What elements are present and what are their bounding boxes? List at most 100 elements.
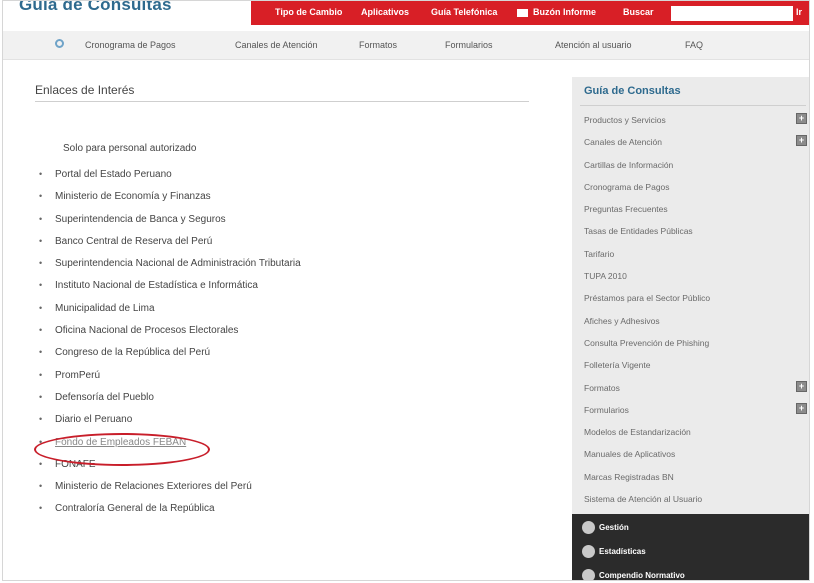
panel-label: Estadísticas — [599, 547, 646, 556]
link-text[interactable]: Oficina Nacional de Procesos Electorales — [55, 325, 238, 336]
bullet-icon: • — [39, 213, 43, 224]
sidebar-item-label: Consulta Prevención de Phishing — [584, 337, 710, 348]
sidebar-item-label: Cronograma de Pagos — [584, 181, 670, 192]
bullet-icon: • — [39, 191, 43, 202]
panel-label: Compendio Normativo — [599, 571, 685, 580]
top-header: Guía de Consultas Tipo de Cambio Aplicat… — [3, 0, 809, 27]
sidebar-item[interactable]: Tasas de Entidades Públicas — [572, 222, 809, 244]
bullet-icon: • — [39, 302, 43, 313]
sidebar-item[interactable]: Marcas Registradas BN — [572, 468, 809, 490]
expand-icon[interactable]: + — [796, 113, 807, 124]
sidebar-item[interactable]: Préstamos para el Sector Público — [572, 289, 809, 311]
expand-icon[interactable]: + — [796, 380, 807, 392]
mail-icon — [517, 9, 528, 17]
bullet-icon: • — [39, 369, 43, 380]
sidebar-item[interactable]: TUPA 2010 — [572, 267, 809, 289]
bullet-icon: • — [39, 235, 43, 246]
sidebar-item[interactable]: Formatos + — [572, 379, 809, 401]
sidebar-item[interactable]: Tarifario — [572, 245, 809, 267]
link-text[interactable]: Ministerio de Economía y Finanzas — [55, 191, 211, 202]
title-divider — [35, 101, 529, 102]
page-title: Enlaces de Interés — [35, 83, 135, 97]
link-text[interactable]: Ministerio de Relaciones Exteriores del … — [55, 481, 252, 492]
link-text[interactable]: Superintendencia Nacional de Administrac… — [55, 258, 301, 269]
topnav-aplicativos[interactable]: Aplicativos — [361, 7, 409, 17]
bottom-dark-panel: Gestión Estadísticas Compendio Normativo — [572, 514, 809, 580]
link-text[interactable]: Contraloría General de la República — [55, 503, 215, 514]
panel-label: Gestión — [599, 523, 629, 532]
search-input[interactable] — [671, 6, 793, 21]
link-text[interactable]: Congreso de la República del Perú — [55, 347, 210, 358]
bullet-icon: • — [39, 258, 43, 269]
page-frame: Guía de Consultas Tipo de Cambio Aplicat… — [2, 0, 810, 581]
subnav-faq[interactable]: FAQ — [685, 40, 703, 50]
authorized-note: Solo para personal autorizado — [63, 143, 197, 154]
sidebar-item-label: Manuales de Aplicativos — [584, 449, 676, 460]
sidebar-item-label: Sistema de Atención al Usuario — [584, 494, 703, 505]
sidebar-item[interactable]: Consulta Prevención de Phishing — [572, 334, 809, 356]
link-text[interactable]: Diario el Peruano — [55, 414, 132, 425]
subnav-canales-de-atencion[interactable]: Canales de Atención — [235, 40, 318, 50]
topnav-buzon-informe[interactable]: Buzón Informe — [533, 7, 596, 17]
sidebar-item-label: Formatos — [584, 382, 620, 393]
sidebar-item[interactable]: Preguntas Frecuentes — [572, 200, 809, 222]
sidebar-item-label: Tarifario — [584, 248, 615, 259]
subnav-formatos[interactable]: Formatos — [359, 40, 397, 50]
circle-icon — [582, 545, 595, 558]
sidebar-item-label: Formularios — [584, 404, 629, 415]
bullet-icon: • — [39, 347, 43, 358]
link-text[interactable]: Instituto Nacional de Estadística e Info… — [55, 280, 258, 291]
sidebar-item[interactable]: Modelos de Estandarización — [572, 423, 809, 445]
sidebar-item[interactable]: Canales de Atención + — [572, 133, 809, 155]
sidebar-item[interactable]: Afiches y Adhesivos — [572, 312, 809, 334]
highlight-ellipse — [34, 433, 210, 466]
sidebar-divider — [580, 105, 806, 106]
sidebar: Guía de Consultas Productos y Servicios +… — [572, 77, 809, 514]
circle-icon — [582, 569, 595, 580]
sidebar-item[interactable]: Cartillas de Información — [572, 156, 809, 178]
topnav-guia-telefonica[interactable]: Guía Telefónica — [431, 7, 497, 17]
site-title: Guía de Consultas — [19, 0, 172, 14]
sidebar-item[interactable]: Formularios + — [572, 401, 809, 423]
link-text[interactable]: Superintendencia de Banca y Seguros — [55, 214, 226, 225]
sidebar-item-label: Folletería Vigente — [584, 360, 651, 371]
sidebar-item-label: Canales de Atención — [584, 137, 662, 148]
bullet-icon: • — [39, 325, 43, 336]
bullet-icon: • — [39, 481, 43, 492]
bullet-icon: • — [39, 458, 43, 469]
sidebar-item[interactable]: Folletería Vigente — [572, 356, 809, 378]
sidebar-item-label: Afiches y Adhesivos — [584, 315, 660, 326]
sidebar-item-label: Productos y Servicios — [584, 115, 666, 125]
link-text[interactable]: Portal del Estado Peruano — [55, 169, 172, 180]
link-text[interactable]: Banco Central de Reserva del Perú — [55, 236, 212, 247]
home-icon[interactable] — [55, 39, 64, 48]
circle-icon — [582, 521, 595, 534]
sidebar-item-label: Préstamos para el Sector Público — [584, 293, 711, 304]
link-text[interactable]: PromPerú — [55, 370, 100, 381]
sidebar-item-label: Preguntas Frecuentes — [584, 204, 668, 215]
sidebar-item-label: Marcas Registradas BN — [584, 471, 674, 482]
subnav-formularios[interactable]: Formularios — [445, 40, 493, 50]
bullet-icon: • — [39, 391, 43, 402]
sidebar-item-label: TUPA 2010 — [584, 271, 627, 282]
sidebar-list: Productos y Servicios + Canales de Atenció… — [572, 111, 809, 512]
sub-navigation: Cronograma de Pagos Canales de Atención … — [3, 31, 809, 60]
link-text[interactable]: Defensoría del Pueblo — [55, 392, 154, 403]
search-go-button[interactable]: Ir — [796, 7, 802, 17]
subnav-atencion-al-usuario[interactable]: Atención al usuario — [555, 40, 632, 50]
link-text[interactable]: Municipalidad de Lima — [55, 303, 155, 314]
subnav-cronograma-de-pagos[interactable]: Cronograma de Pagos — [85, 40, 176, 50]
sidebar-item[interactable]: Cronograma de Pagos — [572, 178, 809, 200]
bullet-icon: • — [39, 169, 43, 179]
sidebar-item[interactable]: Manuales de Aplicativos — [572, 445, 809, 467]
sidebar-item-label: Modelos de Estandarización — [584, 427, 691, 438]
bullet-icon: • — [39, 503, 43, 514]
topnav-tipo-de-cambio[interactable]: Tipo de Cambio — [275, 7, 342, 17]
expand-icon[interactable]: + — [796, 402, 807, 414]
topnav-buscar-label: Buscar — [623, 7, 654, 17]
sidebar-item[interactable]: Sistema de Atención al Usuario — [572, 490, 809, 512]
expand-icon[interactable]: + — [796, 135, 807, 147]
sidebar-item[interactable]: Productos y Servicios + — [572, 111, 809, 133]
bullet-icon: • — [39, 414, 43, 425]
sidebar-item-label: Tasas de Entidades Públicas — [584, 226, 693, 237]
